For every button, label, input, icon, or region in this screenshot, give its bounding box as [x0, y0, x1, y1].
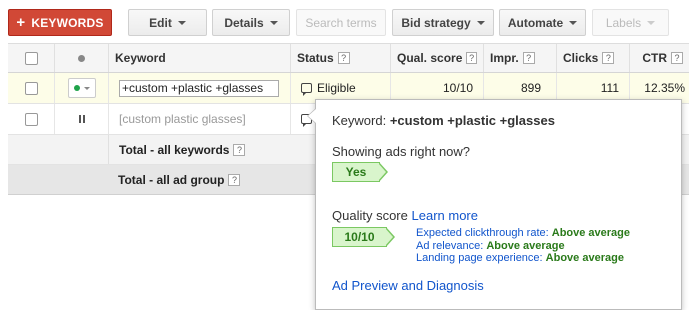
header-keyword-label: Keyword [115, 51, 166, 65]
chevron-down-icon [269, 20, 278, 25]
add-keywords-label: KEYWORDS [31, 15, 104, 30]
row-select-cell [8, 104, 54, 134]
showing-ads-value: Yes [345, 165, 367, 179]
header-impr[interactable]: Impr. ? [483, 44, 556, 72]
qs-detail-label: Landing page experience: [416, 252, 543, 264]
keyword-edit-field[interactable]: +custom +plastic +glasses [119, 79, 279, 97]
row-keyword-cell: [custom plastic glasses] [108, 104, 290, 134]
quality-score-details: Expected clickthrough rate: Above averag… [416, 227, 630, 265]
add-keywords-button[interactable]: + KEYWORDS [8, 9, 112, 36]
tooltip-showing-ads: Showing ads right now? [332, 144, 471, 159]
qual-score-value: 10/10 [442, 81, 473, 95]
qs-detail-landing-page: Landing page experience: Above average [416, 252, 630, 265]
row-checkbox[interactable] [24, 81, 38, 95]
search-terms-button[interactable]: Search terms [296, 9, 386, 36]
showing-ads-badge: Yes [332, 162, 388, 182]
enabled-dot-icon [73, 85, 80, 91]
quality-score-badge: 10/10 [332, 227, 395, 247]
header-status-dot-cell [54, 44, 108, 72]
header-qual-score[interactable]: Qual. score ? [390, 44, 483, 72]
chevron-down-icon [569, 20, 578, 25]
automate-button[interactable]: Automate [499, 9, 586, 36]
header-ctr[interactable]: CTR ? [629, 44, 689, 72]
qs-detail-label: Ad relevance: [416, 239, 484, 252]
keyword-status-tooltip: Keyword: +custom +plastic +glasses Showi… [307, 99, 682, 310]
bid-strategy-label: Bid strategy [401, 15, 471, 30]
plus-icon: + [16, 14, 26, 31]
header-impr-label: Impr. [490, 51, 519, 65]
header-ctr-label: CTR [642, 51, 667, 65]
chevron-down-icon [647, 20, 656, 25]
details-label: Details [224, 15, 264, 30]
chevron-down-icon [177, 20, 186, 25]
total-ad-group-label: Total - all ad group [118, 172, 225, 187]
edit-button[interactable]: Edit [128, 9, 207, 36]
row-select-cell [8, 73, 54, 103]
impr-value: 899 [520, 81, 541, 95]
help-icon[interactable]: ? [522, 52, 535, 64]
row-status-cell [54, 73, 108, 103]
tooltip-keyword: Keyword: +custom +plastic +glasses [332, 113, 555, 128]
details-button[interactable]: Details [212, 9, 290, 36]
status-text: Eligible [317, 81, 356, 95]
total-keywords-cell: Total - all keywords ? [108, 135, 308, 164]
qs-detail-value: Above average [486, 239, 565, 252]
ad-preview-link[interactable]: Ad Preview and Diagnosis [332, 278, 484, 293]
speech-bubble-icon[interactable] [301, 83, 312, 96]
keyword-text[interactable]: [custom plastic glasses] [119, 112, 246, 126]
total-ad-group-cell: Total - all ad group ? [108, 165, 308, 194]
help-icon[interactable]: ? [233, 143, 246, 156]
header-select-all-cell [8, 44, 54, 72]
help-icon[interactable]: ? [671, 52, 683, 64]
qs-detail-label: Expected clickthrough rate: [416, 227, 549, 239]
select-all-checkbox[interactable] [24, 51, 38, 65]
edit-label: Edit [149, 15, 172, 30]
automate-label: Automate [507, 15, 564, 30]
quality-score-label: Quality score [332, 208, 408, 223]
row-checkbox[interactable] [24, 112, 38, 126]
chevron-down-icon [476, 20, 485, 25]
quality-score-value: 10/10 [344, 230, 375, 244]
learn-more-link[interactable]: Learn more [412, 208, 478, 223]
help-icon[interactable]: ? [337, 52, 350, 64]
tooltip-keyword-value: +custom +plastic +glasses [389, 113, 555, 128]
header-keyword[interactable]: Keyword [108, 44, 290, 72]
status-dot-icon [78, 54, 85, 62]
qs-detail-value: Above average [545, 252, 624, 264]
qs-detail-ad-relevance: Ad relevance: Above average [416, 240, 630, 253]
total-keywords-label: Total - all keywords [119, 142, 230, 157]
paused-icon[interactable] [78, 115, 85, 123]
row-status-cell [54, 104, 108, 134]
tooltip-quality-score: Quality score Learn more [332, 208, 478, 223]
header-clicks-label: Clicks [563, 51, 599, 65]
toolbar: + KEYWORDS Edit Details Search terms Bid… [0, 0, 689, 42]
header-clicks[interactable]: Clicks ? [556, 44, 629, 72]
header-qual-score-label: Qual. score [397, 51, 463, 65]
ctr-value: 12.35% [644, 81, 685, 95]
labels-button[interactable]: Labels [592, 9, 669, 36]
search-terms-label: Search terms [305, 15, 377, 30]
qs-detail-value: Above average [551, 227, 631, 239]
header-status[interactable]: Status ? [290, 44, 390, 72]
chevron-down-icon [83, 86, 90, 90]
bid-strategy-button[interactable]: Bid strategy [392, 9, 494, 36]
help-icon[interactable]: ? [228, 173, 241, 186]
row-keyword-cell: +custom +plastic +glasses [108, 73, 290, 103]
qs-detail-ctr: Expected clickthrough rate: Above averag… [416, 227, 630, 240]
status-toggle-button[interactable] [67, 78, 96, 98]
labels-label: Labels [605, 15, 642, 30]
clicks-value: 111 [600, 81, 619, 95]
header-status-label: Status [297, 51, 334, 65]
help-icon[interactable]: ? [466, 52, 477, 64]
tooltip-arrow [307, 108, 316, 124]
table-header: Keyword Status ? Qual. score ? Impr. ? C… [8, 43, 689, 73]
help-icon[interactable]: ? [602, 52, 615, 64]
tooltip-keyword-label: Keyword: [332, 113, 387, 128]
